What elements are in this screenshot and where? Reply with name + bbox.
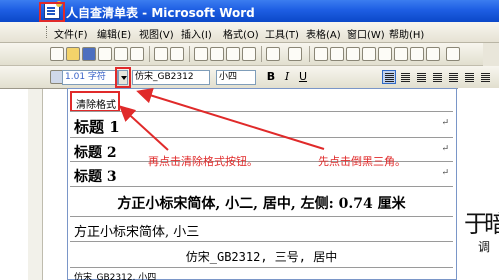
menu-view[interactable]: 视图(V) — [139, 26, 174, 41]
align-center-button[interactable] — [398, 70, 412, 84]
redo-icon[interactable] — [288, 47, 302, 61]
paragraph-mark-icon: ↵ — [441, 118, 449, 128]
highlight-icon[interactable] — [362, 70, 376, 84]
insert-excel-icon[interactable] — [362, 47, 376, 61]
research-icon[interactable] — [170, 47, 184, 61]
open-folder-icon[interactable] — [66, 47, 80, 61]
style-item-fangsong-sanhao[interactable]: 仿宋_GB2312, 三号, 居中 — [70, 243, 453, 268]
annotation-step2: 再点击清除格式按钮。 — [148, 155, 258, 168]
paragraph-mark-icon: ↵ — [441, 168, 449, 178]
print-preview-icon[interactable] — [130, 47, 144, 61]
italic-button[interactable]: I — [280, 70, 294, 84]
menu-table[interactable]: 表格(A) — [306, 26, 341, 41]
columns-icon[interactable] — [378, 47, 392, 61]
save-icon[interactable] — [82, 47, 96, 61]
menu-window[interactable]: 窗口(W) — [347, 26, 385, 41]
menu-bar: 文件(F) 编辑(E) 视图(V) 插入(I) 格式(O) 工具(T) 表格(A… — [0, 22, 499, 43]
style-item-label: 标题 1 — [74, 118, 120, 136]
char-shading-icon[interactable] — [330, 70, 344, 84]
style-item-fangsong-xiaosi[interactable]: 仿宋_GB2312, 小四 — [70, 269, 453, 280]
style-item-label: 标题 2 — [74, 145, 117, 161]
document-page: 于 暗 调 — [458, 88, 499, 280]
icon-highlight-box — [39, 2, 65, 22]
style-item-heading1[interactable]: 标题 1 ↵ — [70, 113, 453, 138]
style-dropdown-list: 清除格式 标题 1 ↵ 标题 2 ↵ 标题 3 ↵ 方正小标宋简体, 小二, 居… — [67, 88, 457, 280]
menu-grip — [46, 26, 50, 38]
font-combobox[interactable]: 仿宋_GB2312 — [132, 70, 210, 85]
style-item-title-xiaoer[interactable]: 方正小标宋简体, 小二, 居中, 左侧: 0.74 厘米 — [70, 188, 453, 217]
copy-icon[interactable] — [210, 47, 224, 61]
undo-icon[interactable] — [266, 47, 280, 61]
distribute-button[interactable] — [430, 70, 444, 84]
style-item-title-xiaosan[interactable]: 方正小标宋简体, 小三 — [70, 218, 453, 242]
char-scale-icon[interactable] — [346, 70, 360, 84]
menu-tools[interactable]: 工具(T) — [265, 26, 299, 41]
permission-icon[interactable] — [98, 47, 112, 61]
word-window: 人自查清单表 - Microsoft Word 文件(F) 编辑(E) 视图(V… — [0, 0, 499, 280]
align-justify-button[interactable] — [382, 70, 396, 84]
menu-format[interactable]: 格式(O) — [223, 26, 259, 41]
char-border-icon[interactable] — [314, 70, 328, 84]
bold-button[interactable]: B — [264, 70, 278, 84]
menu-file[interactable]: 文件(F) — [54, 26, 88, 41]
insert-table-icon[interactable] — [346, 47, 360, 61]
cut-icon[interactable] — [194, 47, 208, 61]
underline-button[interactable]: U — [296, 70, 310, 84]
bullets-button[interactable] — [478, 70, 492, 84]
hyperlink-icon[interactable] — [314, 47, 328, 61]
paste-icon[interactable] — [226, 47, 240, 61]
window-title: 人自查清单表 - Microsoft Word — [66, 6, 255, 20]
font-size-combobox[interactable]: 小四 — [216, 70, 256, 85]
dropdown-highlight-box — [115, 67, 131, 88]
menu-insert[interactable]: 插入(I) — [181, 26, 212, 41]
style-combobox[interactable]: 1.01 字符 — [62, 70, 118, 85]
spelling-icon[interactable] — [154, 47, 168, 61]
drawing-icon[interactable] — [394, 47, 408, 61]
format-painter-icon[interactable] — [242, 47, 256, 61]
print-icon[interactable] — [114, 47, 128, 61]
clear-format-item[interactable]: 清除格式 — [70, 91, 120, 112]
zoom-icon[interactable] — [446, 47, 460, 61]
tables-icon[interactable] — [330, 47, 344, 61]
align-right-button[interactable] — [414, 70, 428, 84]
style-item-label: 标题 3 — [74, 169, 117, 185]
doc-map-icon[interactable] — [410, 47, 424, 61]
new-doc-icon[interactable] — [50, 47, 64, 61]
menu-edit[interactable]: 编辑(E) — [97, 26, 131, 41]
doc-text-char: 调 — [478, 240, 491, 254]
paragraph-mark-icon: ↵ — [441, 144, 449, 154]
annotation-step1: 先点击倒黑三角。 — [318, 155, 406, 168]
vertical-ruler — [28, 89, 43, 280]
numbering-button[interactable] — [462, 70, 476, 84]
title-bar: 人自查清单表 - Microsoft Word — [0, 0, 499, 22]
standard-toolbar — [0, 43, 499, 66]
line-spacing-button[interactable] — [446, 70, 460, 84]
doc-text-char: 暗 — [484, 210, 499, 238]
menu-help[interactable]: 帮助(H) — [389, 26, 424, 41]
show-hide-icon[interactable] — [426, 47, 440, 61]
